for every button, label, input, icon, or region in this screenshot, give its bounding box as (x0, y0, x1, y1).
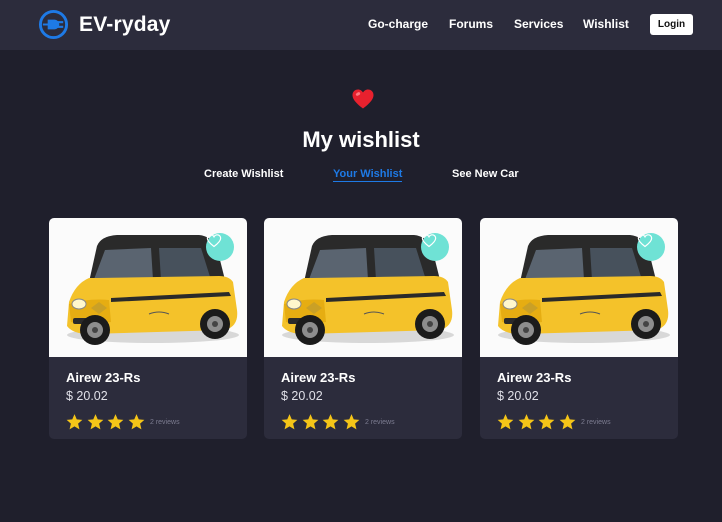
favorite-button[interactable] (206, 233, 234, 261)
plug-icon (38, 9, 69, 40)
page-title: My wishlist (302, 127, 420, 152)
product-card[interactable]: Airew 23-Rs $ 20.02 2 reviews (264, 218, 462, 439)
heart-outline-icon (206, 234, 222, 248)
star-icon (343, 414, 359, 430)
car-image[interactable] (264, 218, 462, 357)
star-rating: 2 reviews (65, 413, 180, 431)
star-icon (302, 414, 318, 430)
tab-create-wishlist[interactable]: Create Wishlist (204, 168, 283, 180)
car-title: Airew 23-Rs (66, 370, 141, 385)
brand[interactable]: EV-ryday (38, 9, 171, 40)
star-rating: 2 reviews (496, 413, 611, 431)
review-count[interactable]: 2 reviews (150, 419, 180, 426)
brand-name: EV-ryday (79, 12, 171, 36)
navbar: EV-ryday Go-charge Forums Services Wishl… (0, 0, 722, 50)
nav-link-go-charge[interactable]: Go-charge (368, 17, 428, 31)
nav-link-forums[interactable]: Forums (449, 17, 493, 31)
star-icon (559, 414, 575, 430)
login-button[interactable]: Login (650, 14, 693, 35)
favorite-button[interactable] (637, 233, 665, 261)
tab-see-new-car[interactable]: See New Car (452, 168, 519, 180)
review-count[interactable]: 2 reviews (581, 419, 611, 426)
heart-outline-icon (637, 234, 653, 248)
nav-link-services[interactable]: Services (514, 17, 563, 31)
tab-your-wishlist[interactable]: Your Wishlist (333, 168, 403, 182)
red-heart-icon (352, 89, 374, 109)
star-icon (87, 414, 103, 430)
star-icon (281, 414, 298, 430)
nav-link-wishlist[interactable]: Wishlist (583, 17, 629, 31)
car-price: $ 20.02 (497, 389, 539, 403)
product-card[interactable]: Airew 23-Rs $ 20.02 2 reviews (480, 218, 678, 439)
star-rating: 2 reviews (280, 413, 395, 431)
product-card[interactable]: Airew 23-Rs $ 20.02 2 reviews (49, 218, 247, 439)
star-icon (518, 414, 534, 430)
star-icon (128, 414, 144, 430)
car-price: $ 20.02 (66, 389, 108, 403)
car-price: $ 20.02 (281, 389, 323, 403)
heart-outline-icon (421, 234, 437, 248)
car-image[interactable] (480, 218, 678, 357)
car-title: Airew 23-Rs (497, 370, 572, 385)
review-count[interactable]: 2 reviews (365, 419, 395, 426)
star-icon (538, 414, 555, 430)
star-icon (497, 414, 514, 430)
star-icon (322, 414, 339, 430)
car-image[interactable] (49, 218, 247, 357)
car-title: Airew 23-Rs (281, 370, 356, 385)
star-icon (66, 414, 83, 430)
favorite-button[interactable] (421, 233, 449, 261)
star-icon (107, 414, 124, 430)
